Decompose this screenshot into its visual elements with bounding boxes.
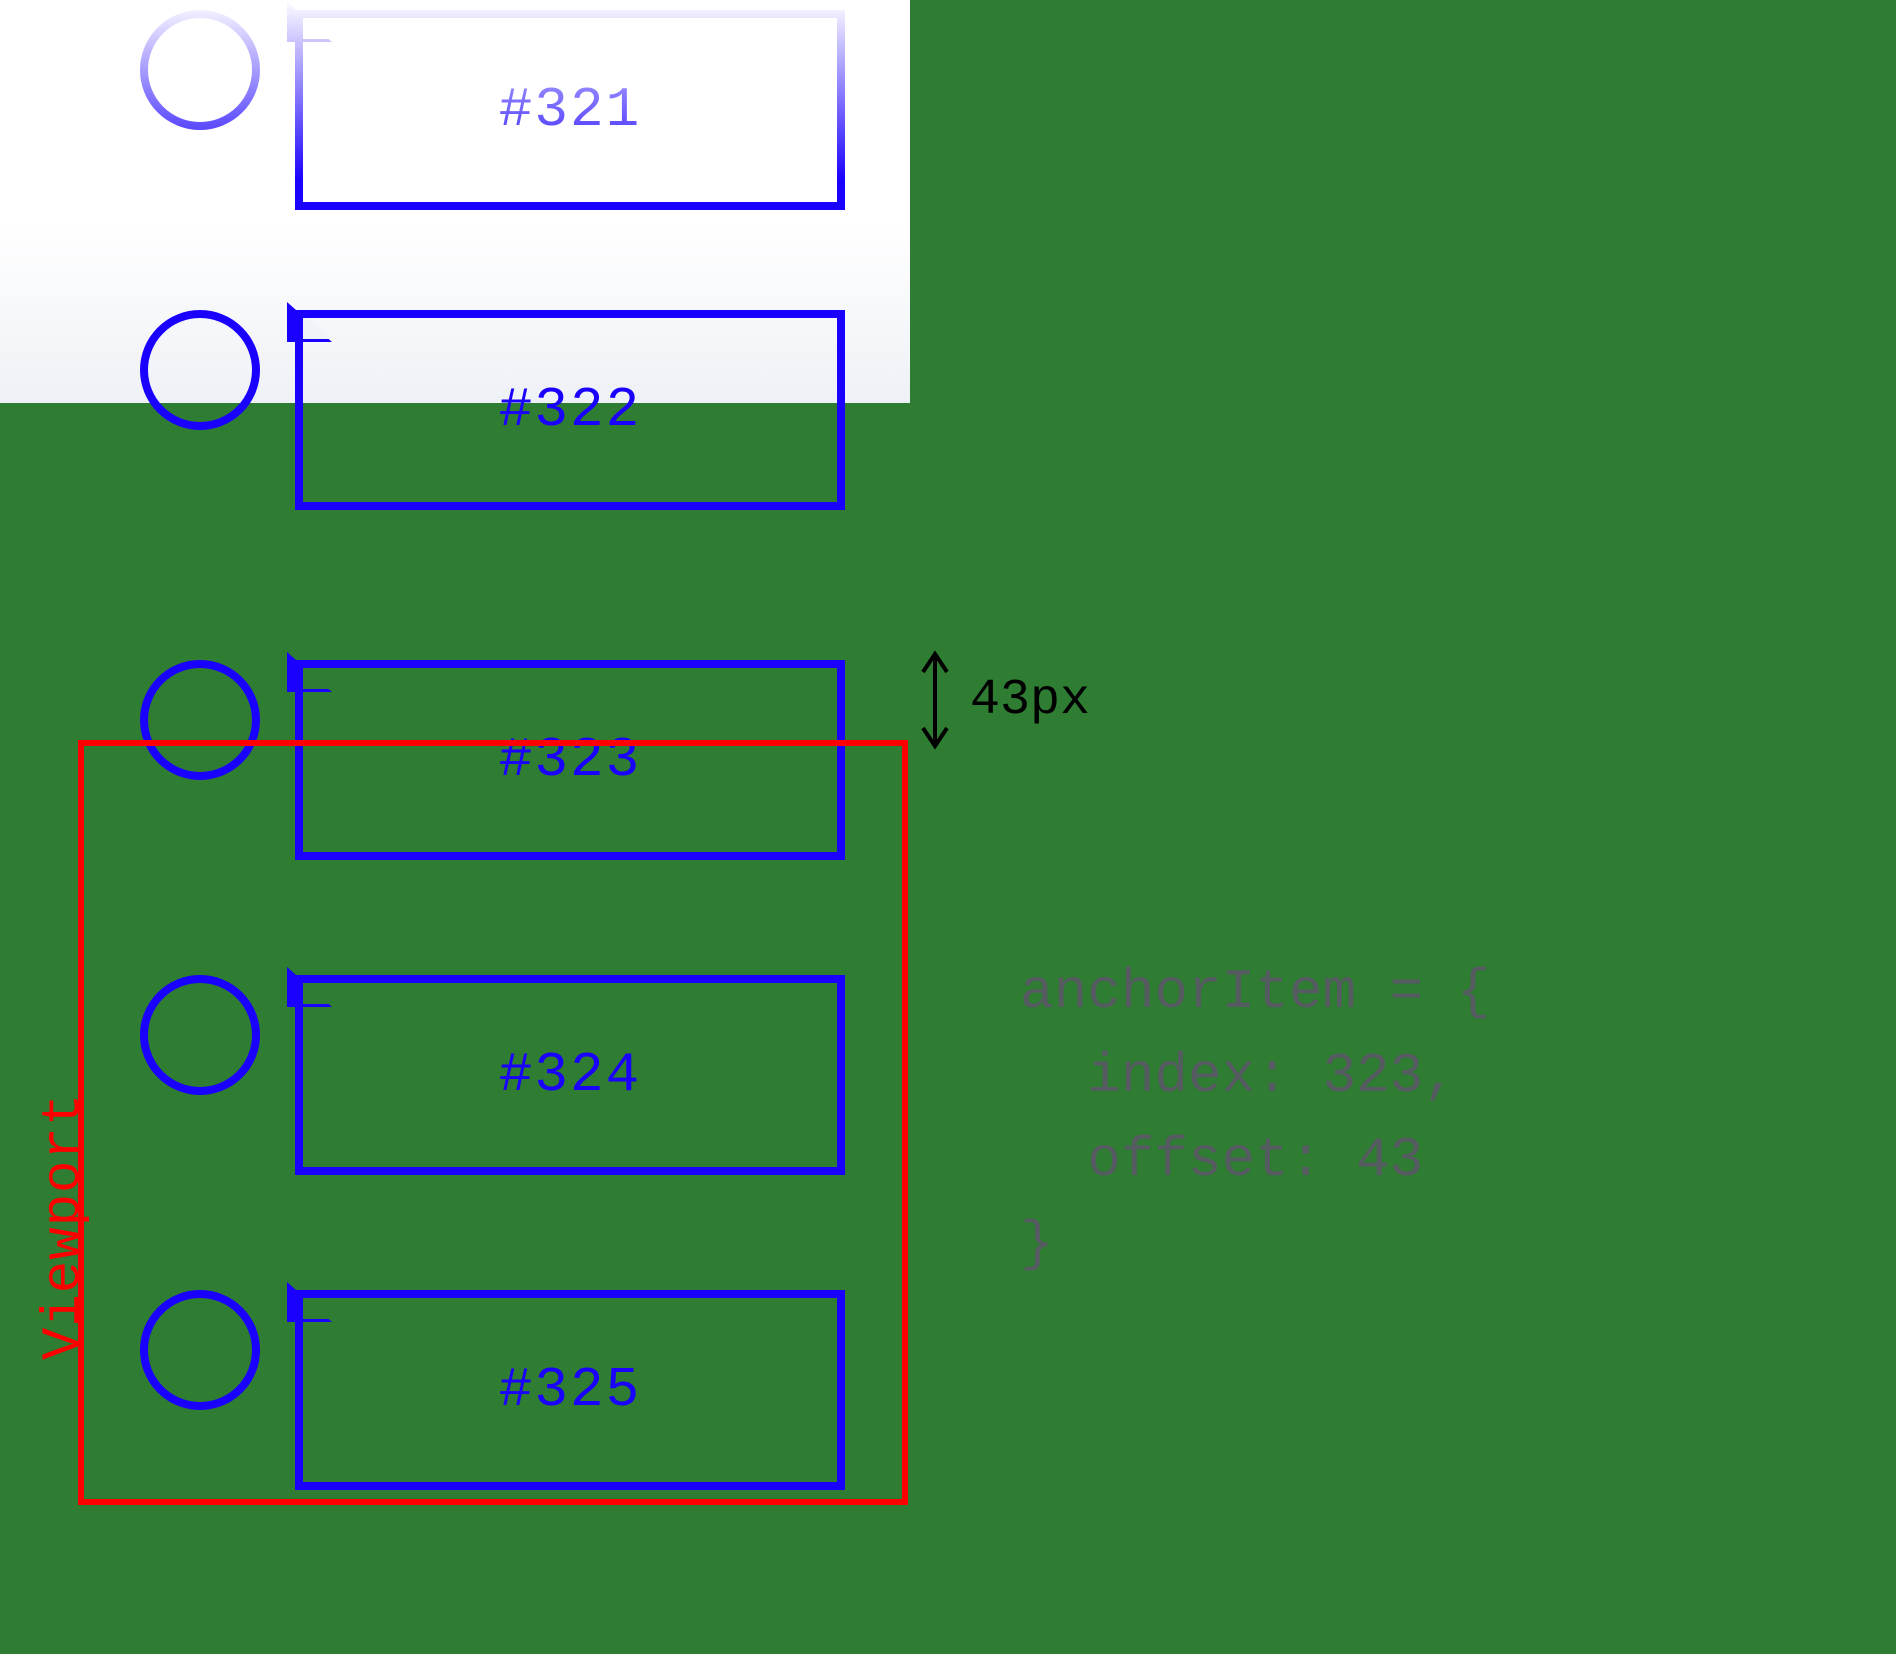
viewport-box [78,740,908,1505]
code-snippet: anchorItem = { index: 323, offset: 43 } [1020,950,1490,1286]
list-item: #321 [140,10,940,250]
offset-measure-icon [910,650,960,750]
code-line: index: 323, [1020,1044,1457,1108]
viewport-label: Viewport [34,1093,95,1360]
diagram-canvas: #321 #322 #323 #324 [0,0,1896,1654]
message-bubble: #321 [295,10,845,210]
item-id-label: #321 [499,78,641,142]
code-line: anchorItem = { [1020,960,1490,1024]
code-line: offset: 43 [1020,1128,1423,1192]
item-id-label: #322 [499,378,641,442]
list-item: #322 [140,310,940,550]
avatar-icon [140,310,260,430]
avatar-icon [140,10,260,130]
message-bubble: #322 [295,310,845,510]
code-line: } [1020,1212,1054,1276]
